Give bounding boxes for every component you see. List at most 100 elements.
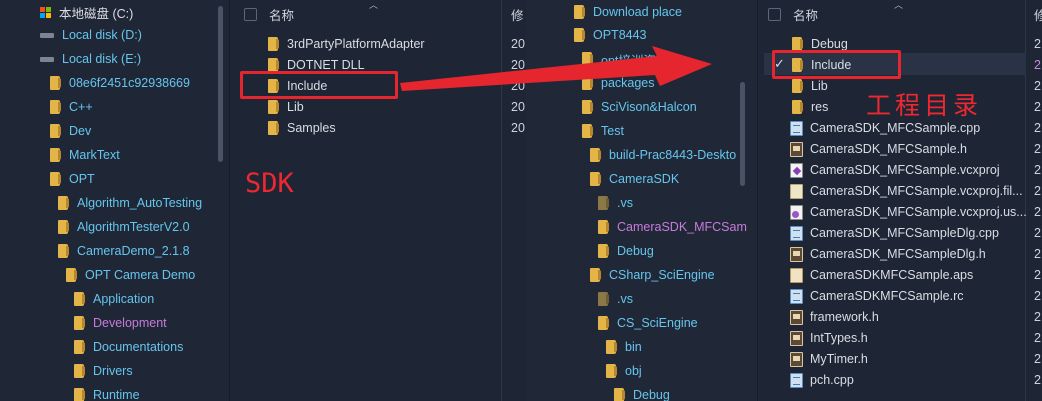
nav-item-folder[interactable]: SciVison&Halcon <box>582 96 697 118</box>
file-row[interactable]: CameraSDK_MFCSample.h <box>790 138 967 160</box>
sdk-annotation: SDK <box>245 168 294 199</box>
column-header-modified[interactable]: 修 <box>1034 0 1042 28</box>
aps-file-icon <box>790 267 803 283</box>
project-file-list-pane: ︿ 名称 修 ✓ Debug Include Lib res CameraSDK… <box>758 0 1042 401</box>
nav-item-folder[interactable]: .vs <box>598 192 633 214</box>
folder-icon <box>74 364 85 378</box>
nav-item-label: Local disk (D:) <box>62 28 142 42</box>
file-row[interactable]: CameraSDKMFCSample.aps <box>790 264 973 286</box>
folder-icon <box>50 172 61 186</box>
folder-icon <box>74 340 85 354</box>
nav-item-folder[interactable]: AlgorithmTesterV2.0 <box>58 216 190 238</box>
folder-icon <box>614 388 625 401</box>
nav-item-folder[interactable]: C++ <box>50 96 93 118</box>
nav-item-folder[interactable]: Application <box>74 288 154 310</box>
nav-item-folder[interactable]: CameraDemo_2.1.8 <box>58 240 190 262</box>
file-name: CameraSDK_MFCSample.h <box>810 142 967 156</box>
nav-item-folder[interactable]: Download place <box>574 1 682 23</box>
file-date: 2 <box>1034 100 1041 114</box>
nav-item-folder[interactable]: CS_SciEngine <box>598 312 698 334</box>
header-file-icon <box>790 309 803 325</box>
nav-item-folder-selected[interactable]: Development <box>74 312 167 334</box>
nav-item-label: Documentations <box>93 340 184 354</box>
file-row[interactable]: IntTypes.h <box>790 327 868 349</box>
folder-icon <box>792 79 803 93</box>
nav-item-label: obj <box>625 364 642 378</box>
nav-item-folder[interactable]: MarkText <box>50 144 120 166</box>
nav-item-folder[interactable]: Test <box>582 120 624 142</box>
cpp-file-icon <box>790 225 803 241</box>
folder-icon <box>268 58 279 72</box>
file-row[interactable]: res <box>792 96 828 118</box>
left-navigation-pane: 本地磁盘 (C:) Local disk (D:) Local disk (E:… <box>0 0 230 401</box>
folder-icon <box>58 244 69 258</box>
nav-item-folder[interactable]: Algorithm_AutoTesting <box>58 192 202 214</box>
file-name: res <box>811 100 829 114</box>
nav-item-label: Test <box>601 124 624 138</box>
nav-scrollbar[interactable] <box>218 6 223 162</box>
nav-item-d-drive[interactable]: Local disk (D:) <box>40 24 142 46</box>
nav-item-folder[interactable]: bin <box>606 336 642 358</box>
column-separator[interactable] <box>501 0 502 401</box>
nav-item-folder[interactable]: build-Prac8443-Deskto <box>590 144 736 166</box>
file-row[interactable]: CameraSDK_MFCSample.vcxproj.fil... <box>790 180 1023 202</box>
nav-item-folder[interactable]: packages <box>582 72 655 94</box>
nav-item-folder[interactable]: 08e6f2451c92938669 <box>50 72 190 94</box>
folder-icon <box>268 37 279 51</box>
file-row[interactable]: Lib <box>268 96 304 118</box>
nav-item-folder[interactable]: Documentations <box>74 336 183 358</box>
file-name: 3rdPartyPlatformAdapter <box>287 37 425 51</box>
nav-item-label: C++ <box>69 100 93 114</box>
nav-item-folder[interactable]: Debug <box>614 384 670 401</box>
column-header-name[interactable]: 名称 <box>768 0 818 28</box>
nav-item-label: MarkText <box>69 148 120 162</box>
folder-icon <box>74 316 85 330</box>
file-name: CameraSDK_MFCSample.vcxproj <box>810 163 1000 177</box>
file-row[interactable]: CameraSDKMFCSample.rc <box>790 285 964 307</box>
file-date: 2 <box>1034 58 1041 72</box>
file-row[interactable]: MyTimer.h <box>790 348 868 370</box>
folder-icon <box>598 196 609 210</box>
column-header-modified[interactable]: 修 <box>511 0 524 28</box>
file-row[interactable]: Samples <box>268 117 336 139</box>
select-all-checkbox[interactable] <box>768 7 781 21</box>
column-header-name[interactable]: 名称 <box>244 0 294 28</box>
nav-item-folder[interactable]: CameraSDK <box>590 168 679 190</box>
nav-item-folder[interactable]: OPT <box>50 168 95 190</box>
file-name: CameraSDK_MFCSample.vcxproj.fil... <box>810 184 1023 198</box>
nav-item-folder[interactable]: Runtime <box>74 384 140 401</box>
file-row[interactable]: framework.h <box>790 306 879 328</box>
nav-item-folder[interactable]: .vs <box>598 288 633 310</box>
nav-item-folder[interactable]: opt培训资料 <box>582 48 668 70</box>
nav-item-label: .vs <box>617 292 633 306</box>
nav-item-folder[interactable]: Debug <box>598 240 654 262</box>
nav-item-folder[interactable]: Drivers <box>74 360 133 382</box>
nav-item-folder[interactable]: Dev <box>50 120 91 142</box>
file-name: CameraSDK_MFCSample.vcxproj.us... <box>810 205 1027 219</box>
nav-item-folder[interactable]: OPT8443 <box>574 24 647 46</box>
folder-icon <box>574 5 585 19</box>
vcxproj-file-icon <box>790 162 803 178</box>
file-row[interactable]: CameraSDK_MFCSample.vcxproj.us... <box>790 201 1027 223</box>
select-all-checkbox[interactable] <box>244 7 257 21</box>
folder-icon <box>50 124 61 138</box>
sort-chevron-icon: ︿ <box>894 0 904 10</box>
nav-scrollbar[interactable] <box>740 82 745 186</box>
folder-icon <box>606 340 617 354</box>
file-date: 2 <box>1034 289 1041 303</box>
nav-item-folder[interactable]: CSharp_SciEngine <box>590 264 715 286</box>
file-row[interactable]: 3rdPartyPlatformAdapter <box>268 33 425 55</box>
file-row[interactable]: CameraSDK_MFCSampleDlg.cpp <box>790 222 999 244</box>
nav-item-folder-selected[interactable]: CameraSDK_MFCSam <box>598 216 747 238</box>
nav-item-c-drive[interactable]: 本地磁盘 (C:) <box>40 1 133 23</box>
file-row[interactable]: CameraSDK_MFCSampleDlg.h <box>790 243 986 265</box>
file-row[interactable]: CameraSDK_MFCSample.vcxproj <box>790 159 1000 181</box>
folder-icon <box>598 292 609 306</box>
nav-item-folder[interactable]: OPT Camera Demo <box>66 264 195 286</box>
file-name: CameraSDKMFCSample.aps <box>810 268 974 282</box>
nav-item-label: opt培训资料 <box>601 53 669 68</box>
file-row[interactable]: pch.cpp <box>790 369 854 391</box>
nav-item-folder[interactable]: obj <box>606 360 642 382</box>
file-name: DOTNET DLL <box>287 58 365 72</box>
nav-item-e-drive[interactable]: Local disk (E:) <box>40 48 141 70</box>
